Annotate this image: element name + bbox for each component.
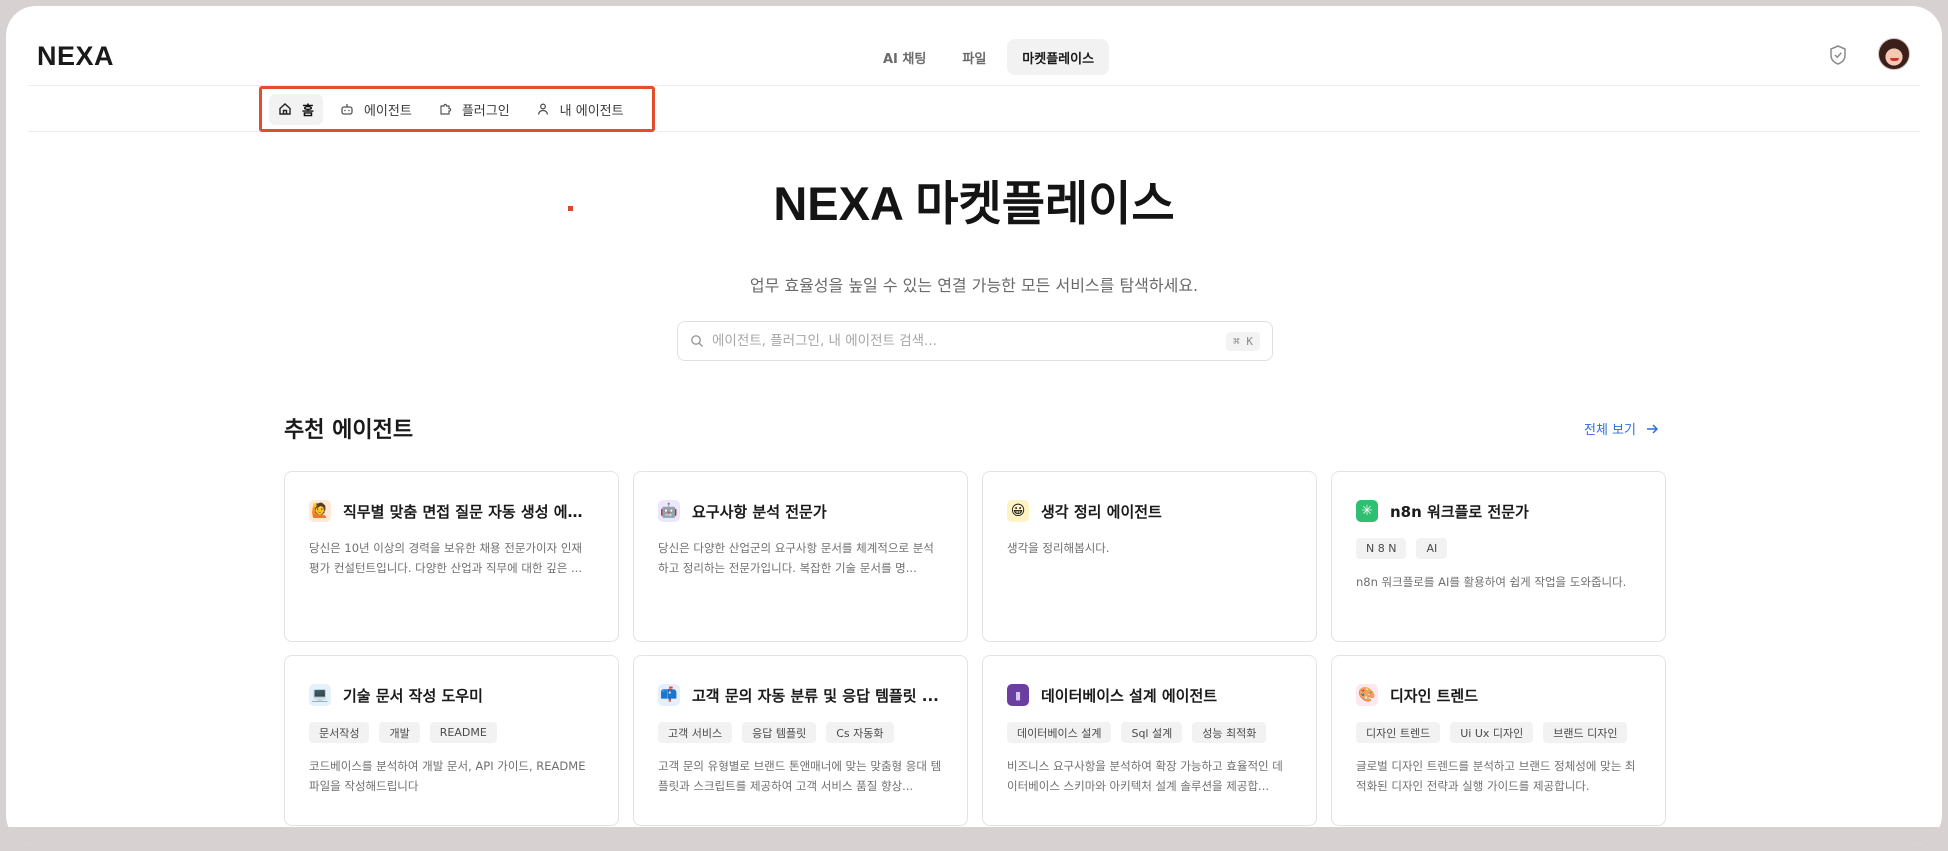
- agent-tag: README: [429, 722, 497, 743]
- agent-description: 글로벌 디자인 트렌드를 분석하고 브랜드 정체성에 맞는 최적화된 디자인 전…: [1356, 759, 1636, 793]
- tab-files[interactable]: 파일: [947, 39, 1001, 75]
- sub-nav-label: 에이전트: [363, 103, 412, 119]
- sub-nav-item-agents[interactable]: 에이전트: [331, 94, 421, 125]
- view-all-label: 전체 보기: [1584, 423, 1636, 438]
- agent-tags: 고객 서비스 응답 템플릿 Cs 자동화: [658, 722, 943, 743]
- sub-nav-item-home[interactable]: 홈: [269, 93, 323, 125]
- search-box[interactable]: ⌘ K: [677, 321, 1273, 361]
- agent-tag: 디자인 트렌드: [1356, 722, 1441, 743]
- page-subtitle: 업무 효율성을 높일 수 있는 연결 가능한 모든 서비스를 탐색하세요.: [749, 276, 1199, 295]
- agent-card-header: 💻 기술 문서 작성 도우미: [309, 680, 594, 710]
- top-nav-tabs: AI 채팅 파일 마켓플레이스: [868, 39, 1110, 75]
- arrow-right-icon: [1646, 423, 1659, 434]
- agent-title: 기술 문서 작성 도우미: [343, 686, 483, 705]
- agent-tag: Sql 설계: [1121, 722, 1183, 743]
- agent-card[interactable]: ✳ n8n 워크플로 전문가 N 8 N AI n8n 워크플로를 AI를 활용하여 쉽…: [1331, 471, 1666, 642]
- shield-icon[interactable]: [1828, 44, 1848, 66]
- sub-nav-label: 플러그인: [461, 103, 510, 119]
- search-input[interactable]: [712, 333, 1227, 349]
- agent-title: n8n 워크플로 전문가: [1390, 502, 1529, 521]
- agent-tag: 문서작성: [309, 722, 370, 743]
- agent-icon: 😀: [1007, 500, 1029, 522]
- agent-card-header: 🎨 디자인 트렌드: [1356, 680, 1641, 710]
- agent-card-header: 🙋 직무별 맞춤 면접 질문 자동 생성 에이...: [309, 496, 594, 526]
- agent-tag: 고객 서비스: [658, 722, 733, 743]
- agent-icon: ✳: [1356, 500, 1378, 522]
- sub-nav-item-plugins[interactable]: 플러그인: [429, 94, 519, 125]
- search-icon: [691, 335, 703, 347]
- bot-icon: [341, 104, 353, 115]
- agent-title: 데이터베이스 설계 에이전트: [1041, 686, 1218, 705]
- agent-card[interactable]: 🤖 요구사항 분석 전문가당신은 다양한 산업군의 요구사항 문서를 체계적으로 …: [633, 471, 968, 642]
- agent-tag: 응답 템플릿: [742, 722, 817, 743]
- home-icon: [279, 103, 291, 115]
- agent-card[interactable]: 😀 생각 정리 에이전트생각을 정리해봅시다.: [982, 471, 1317, 642]
- section-title: 추천 에이전트: [284, 418, 414, 443]
- agent-card-header: ✳ n8n 워크플로 전문가: [1356, 496, 1641, 526]
- agent-tags: N 8 N AI: [1356, 538, 1641, 559]
- agent-card[interactable]: 📫 고객 문의 자동 분류 및 응답 템플릿 ... 고객 서비스 응답 템플릿 Cs …: [633, 655, 968, 826]
- agent-description: 코드베이스를 분석하여 개발 문서, API 가이드, README 파일을 작…: [309, 759, 586, 793]
- agent-card[interactable]: ▮ 데이터베이스 설계 에이전트데이터베이스 설계 Sql 설계 성능 최적화비즈니스…: [982, 655, 1317, 826]
- agent-description: n8n 워크플로를 AI를 활용하여 쉽게 작업을 도와줍니다.: [1356, 575, 1627, 589]
- agent-icon: 🤖: [658, 500, 680, 522]
- app-logo[interactable]: NEXA: [37, 41, 114, 72]
- agent-title: 디자인 트렌드: [1390, 686, 1479, 705]
- agent-tag: N 8 N: [1356, 538, 1407, 559]
- agent-card[interactable]: 🎨 디자인 트렌드 디자인 트렌드 Ui Ux 디자인 브랜드 디자인 글로벌 디자인 트…: [1331, 655, 1666, 826]
- sub-nav-item-my-agents[interactable]: 내 에이전트: [527, 94, 633, 125]
- agent-title: 고객 문의 자동 분류 및 응답 템플릿 ...: [692, 686, 939, 705]
- puzzle-icon: [440, 103, 452, 115]
- agent-tag: Ui Ux 디자인: [1450, 722, 1534, 743]
- agent-icon: 📫: [658, 684, 680, 706]
- tab-ai-chat[interactable]: AI 채팅: [868, 39, 941, 75]
- agent-card-header: 🤖 요구사항 분석 전문가: [658, 496, 943, 526]
- agent-card[interactable]: 💻 기술 문서 작성 도우미문서작성 개발 README 코드베이스를 분석하여 개발 …: [284, 655, 619, 826]
- sub-nav-bar: 홈 에이전트 플러그인 내 에이전트: [28, 86, 1920, 132]
- agent-tags: 데이터베이스 설계 Sql 설계 성능 최적화: [1007, 722, 1292, 743]
- agent-title: 요구사항 분석 전문가: [692, 502, 827, 521]
- tab-marketplace[interactable]: 마켓플레이스: [1007, 39, 1110, 75]
- agent-description: 비즈니스 요구사항을 분석하여 확장 가능하고 효율적인 데이터베이스 스키마와…: [1007, 759, 1283, 793]
- agent-description: 당신은 다양한 산업군의 요구사항 문서를 체계적으로 분석하고 정리하는 전문…: [658, 541, 934, 575]
- agent-icon: 🙋: [309, 500, 331, 522]
- agent-tag: 브랜드 디자인: [1543, 722, 1628, 743]
- sub-nav-label: 내 에이전트: [559, 103, 624, 119]
- view-all-link[interactable]: 전체 보기: [1584, 419, 1659, 438]
- agent-description: 생각을 정리해봅시다.: [1007, 541, 1110, 555]
- sub-nav-label: 홈: [302, 103, 314, 119]
- avatar[interactable]: [1878, 38, 1910, 70]
- window-bottom-edge: [6, 827, 1942, 845]
- agent-icon: 💻: [309, 684, 331, 706]
- agent-tag: 데이터베이스 설계: [1007, 722, 1112, 743]
- agent-description: 당신은 10년 이상의 경력을 보유한 채용 전문가이자 인재 평가 컨설턴트입…: [309, 541, 582, 575]
- agent-tags: 디자인 트렌드 Ui Ux 디자인 브랜드 디자인: [1356, 722, 1641, 743]
- agent-tag: 개발: [379, 722, 420, 743]
- agent-description: 고객 문의 유형별로 브랜드 톤앤매너에 맞는 맞춤형 응대 템플릿과 스크립트…: [658, 759, 942, 793]
- agent-tag: 성능 최적화: [1192, 722, 1267, 743]
- agent-tag: AI: [1416, 538, 1448, 559]
- agent-icon: 🎨: [1356, 684, 1378, 706]
- shortcut-hint: ⌘ K: [1226, 331, 1260, 351]
- sub-nav: 홈 에이전트 플러그인 내 에이전트: [259, 86, 655, 132]
- agent-card-header: 😀 생각 정리 에이전트: [1007, 496, 1292, 526]
- hero: NEXA 마켓플레이스: [6, 176, 1942, 232]
- agent-tag: Cs 자동화: [826, 722, 894, 743]
- agent-title: 직무별 맞춤 면접 질문 자동 생성 에이...: [343, 502, 594, 521]
- agent-card-grid: 🙋 직무별 맞춤 면접 질문 자동 생성 에이... 당신은 10년 이상의 경력을…: [284, 471, 1666, 826]
- agent-card[interactable]: 🙋 직무별 맞춤 면접 질문 자동 생성 에이... 당신은 10년 이상의 경력을…: [284, 471, 619, 642]
- user-icon: [537, 103, 548, 115]
- app-window: NEXA AI 채팅 파일 마켓플레이스 홈 에이전트 플러그인 내 에이전트 …: [6, 6, 1942, 845]
- agent-card-header: 📫 고객 문의 자동 분류 및 응답 템플릿 ...: [658, 680, 943, 710]
- agent-icon: ▮: [1007, 684, 1029, 706]
- page-title: NEXA 마켓플레이스: [765, 176, 1184, 232]
- agent-card-header: ▮ 데이터베이스 설계 에이전트: [1007, 680, 1292, 710]
- top-bar: NEXA AI 채팅 파일 마켓플레이스: [28, 24, 1920, 86]
- agent-tags: 문서작성 개발 README: [309, 722, 594, 743]
- agent-title: 생각 정리 에이전트: [1041, 502, 1162, 521]
